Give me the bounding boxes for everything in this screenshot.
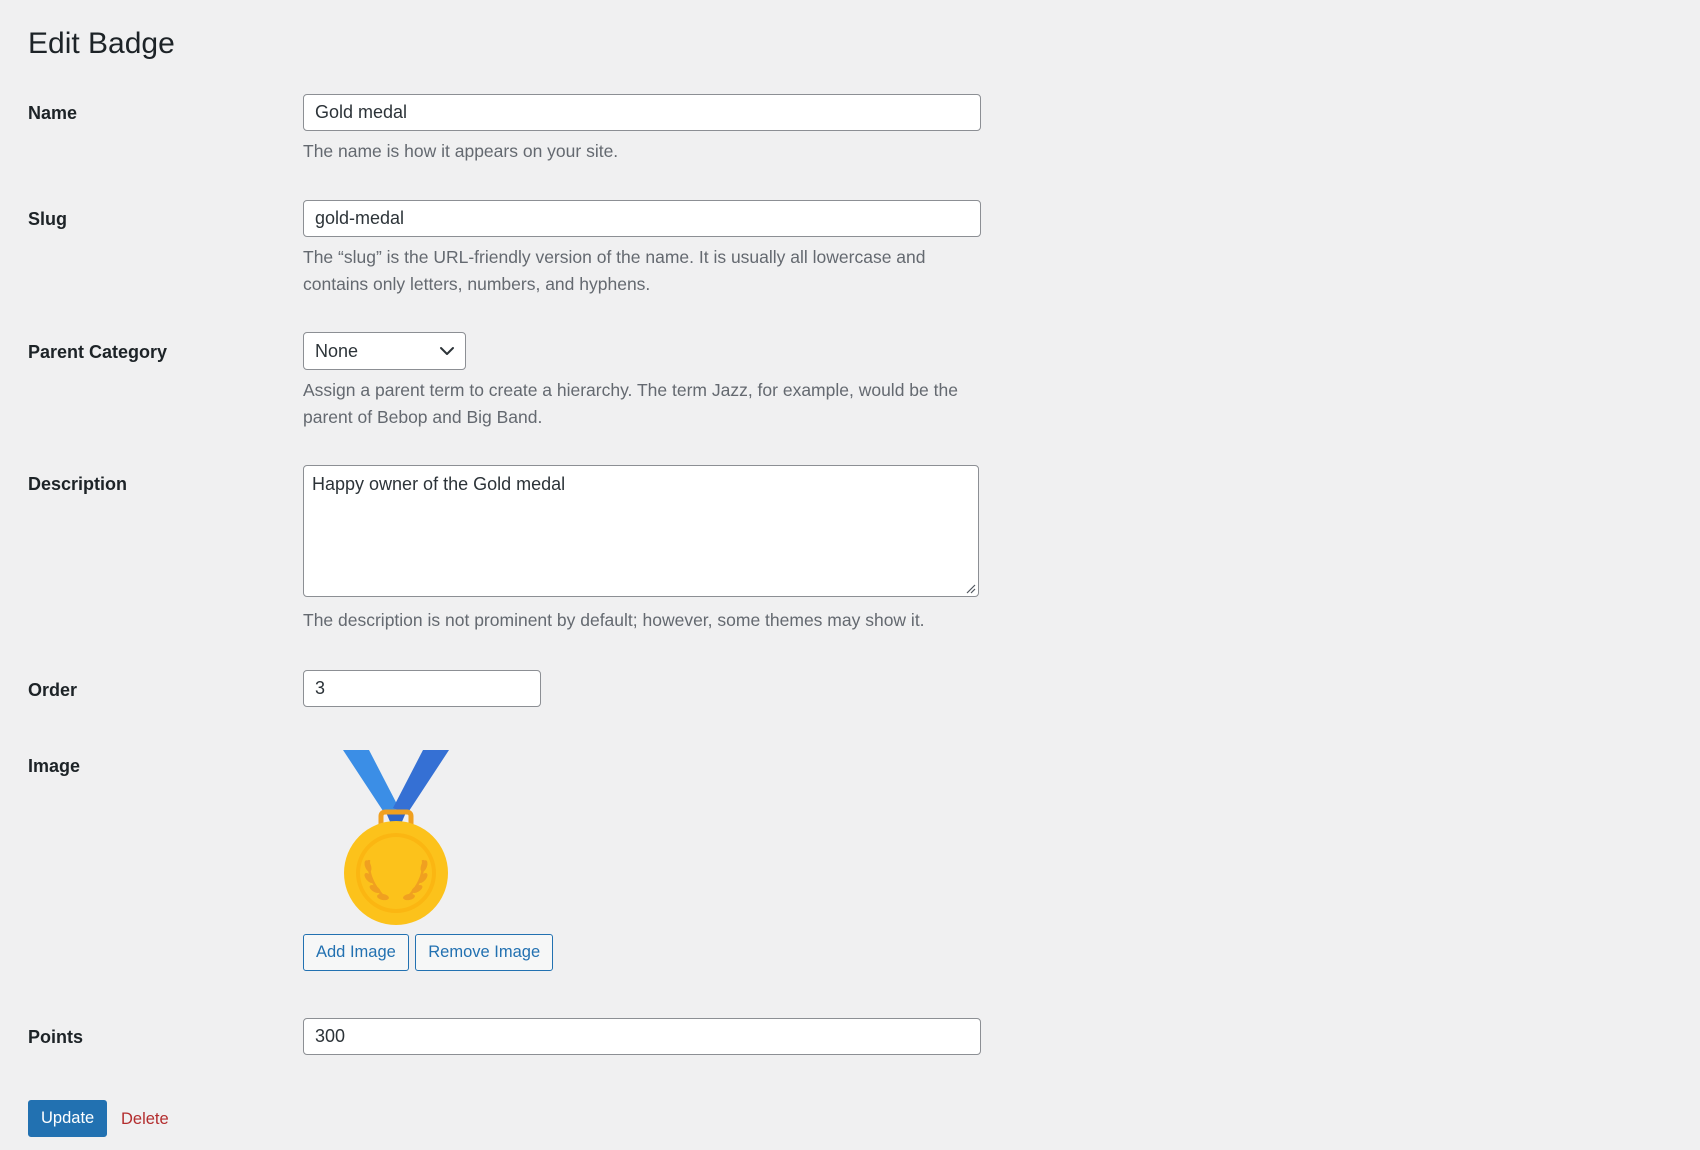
parent-category-label: Parent Category: [28, 342, 168, 362]
parent-category-select[interactable]: None: [303, 332, 466, 370]
update-button[interactable]: Update: [28, 1100, 108, 1137]
order-field-group: 3: [303, 670, 541, 707]
slug-input[interactable]: gold-medal: [303, 200, 981, 237]
slug-description: The “slug” is the URL-friendly version o…: [303, 247, 926, 294]
delete-link[interactable]: Delete: [121, 1107, 169, 1131]
description-help-text: The description is not prominent by defa…: [303, 610, 925, 630]
order-input[interactable]: 3: [303, 670, 541, 707]
points-label: Points: [28, 1027, 84, 1047]
gold-medal-icon: [343, 750, 449, 925]
description-textarea[interactable]: Happy owner of the Gold medal: [303, 465, 979, 597]
name-input[interactable]: Gold medal: [303, 94, 981, 131]
description-textarea-value: Happy owner of the Gold medal: [312, 474, 566, 494]
description-label: Description: [28, 474, 128, 494]
parent-category-description: Assign a parent term to create a hierarc…: [303, 380, 958, 427]
resize-grip-icon[interactable]: [965, 583, 976, 594]
remove-image-button[interactable]: Remove Image: [415, 934, 554, 971]
chevron-down-icon: [440, 347, 454, 355]
name-description: The name is how it appears on your site.: [303, 141, 619, 161]
image-buttons: Add Image Remove Image: [303, 934, 554, 971]
parent-category-selected-value: None: [315, 341, 359, 361]
order-label: Order: [28, 680, 78, 700]
parent-category-field-group: None Assign a parent term to create a hi…: [303, 332, 983, 431]
slug-field-group: gold-medal The “slug” is the URL-friendl…: [303, 200, 983, 298]
description-field-group: Happy owner of the Gold medal The descri…: [303, 465, 983, 634]
name-label: Name: [28, 103, 78, 123]
add-image-button[interactable]: Add Image: [303, 934, 409, 971]
edit-badge-page: Edit Badge Name Gold medal The name is h…: [0, 0, 1700, 1150]
points-input[interactable]: 300: [303, 1018, 981, 1055]
name-field-group: Gold medal The name is how it appears on…: [303, 94, 983, 165]
image-label: Image: [28, 756, 81, 776]
points-field-group: 300: [303, 1018, 981, 1055]
slug-label: Slug: [28, 209, 67, 229]
page-title: Edit Badge: [28, 27, 175, 60]
image-field-group: Add Image Remove Image: [303, 748, 554, 971]
